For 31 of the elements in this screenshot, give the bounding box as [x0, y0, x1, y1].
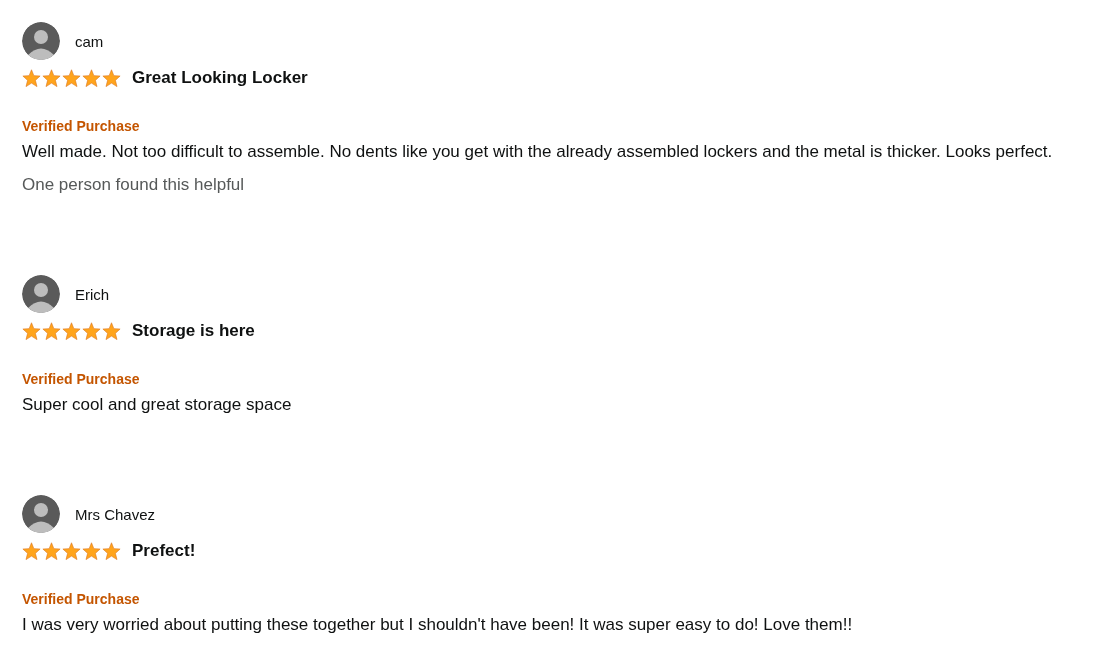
star-icon	[102, 69, 121, 87]
star-icon	[42, 322, 61, 340]
review-title[interactable]: Storage is here	[132, 321, 255, 341]
star-icon	[22, 542, 41, 560]
reviewer-name[interactable]: cam	[75, 32, 104, 50]
star-icon	[82, 69, 101, 87]
star-icon	[82, 322, 101, 340]
verified-purchase-label: Verified Purchase	[22, 371, 141, 387]
review-text: Super cool and great storage space	[22, 395, 293, 415]
verified-purchase-label: Verified Purchase	[22, 118, 141, 134]
star-icon	[102, 322, 121, 340]
reviewer-name[interactable]: Mrs Chavez	[75, 505, 156, 523]
reviewer-name[interactable]: Erich	[75, 285, 110, 303]
star-icon	[22, 322, 41, 340]
avatar-icon	[22, 495, 60, 533]
review-title[interactable]: Prefect!	[132, 541, 196, 561]
star-icon	[42, 69, 61, 87]
star-icon	[62, 69, 81, 87]
review-text: Well made. Not too difficult to assemble. No dents like you get with the already assembled lockers and the metal is thicker. Looks perfect.	[22, 142, 1054, 162]
star-icon	[82, 542, 101, 560]
star-icon	[62, 542, 81, 560]
avatar-icon	[22, 22, 60, 60]
star-icon	[42, 542, 61, 560]
verified-purchase-label: Verified Purchase	[22, 591, 141, 607]
helpful-count: One person found this helpful	[22, 175, 246, 195]
star-icon	[22, 69, 41, 87]
star-icon	[62, 322, 81, 340]
review-text: I was very worried about putting these together but I shouldn't have been! It was super easy to do! Love them!!	[22, 615, 854, 635]
star-icon	[102, 542, 121, 560]
avatar-icon	[22, 275, 60, 313]
review-title[interactable]: Great Looking Locker	[132, 68, 308, 88]
